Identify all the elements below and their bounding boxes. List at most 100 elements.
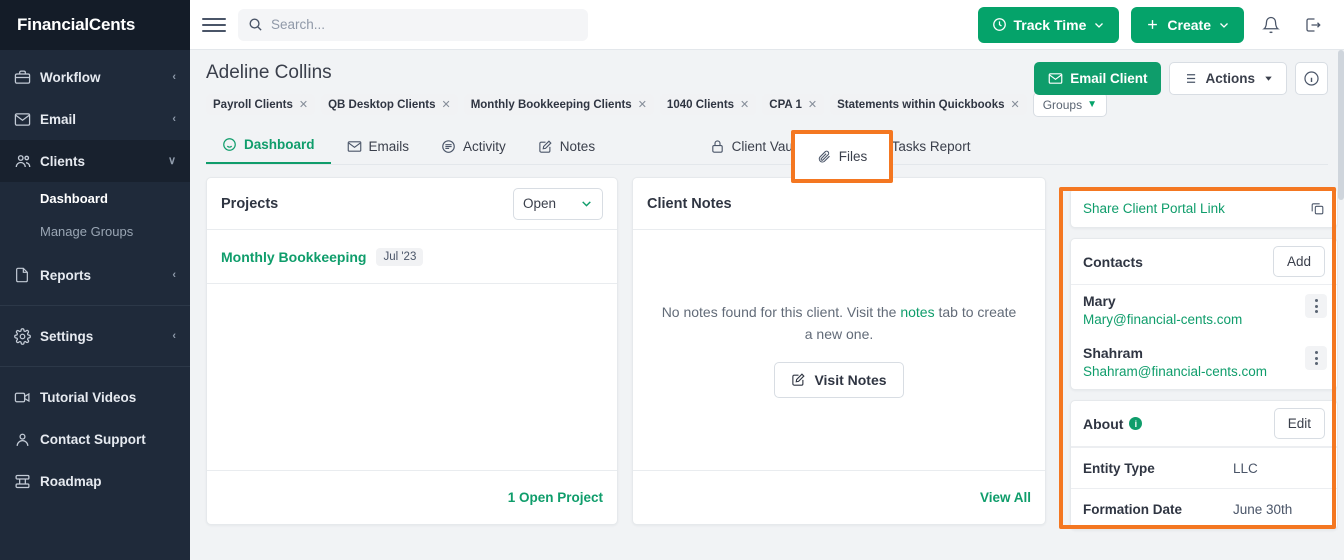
- sidebar-item-workflow[interactable]: Workflow ‹: [0, 56, 190, 98]
- document-icon: [14, 267, 40, 283]
- tag-chip[interactable]: 1040 Clients ✕: [659, 94, 757, 115]
- sidebar-item-settings[interactable]: Settings ‹: [0, 315, 190, 357]
- project-row[interactable]: Monthly Bookkeeping Jul '23: [207, 230, 617, 284]
- projects-filter-value: Open: [523, 196, 557, 211]
- visit-notes-label: Visit Notes: [814, 371, 887, 388]
- contact-menu-icon[interactable]: [1305, 294, 1327, 318]
- about-value: LLC: [1233, 460, 1258, 476]
- email-client-button[interactable]: Email Client: [1034, 62, 1162, 95]
- contact-email[interactable]: Mary@financial-cents.com: [1083, 312, 1325, 327]
- visit-notes-button[interactable]: Visit Notes: [774, 361, 904, 398]
- client-header-actions: Email Client Actions: [1034, 62, 1328, 95]
- create-label: Create: [1167, 16, 1211, 33]
- sidebar-subitem-label: Dashboard: [40, 191, 108, 206]
- add-contact-button[interactable]: Add: [1272, 246, 1325, 277]
- sidebar-subitem-manage-groups[interactable]: Manage Groups: [0, 215, 190, 248]
- scrollbar-thumb[interactable]: [1338, 50, 1344, 200]
- close-icon[interactable]: ✕: [638, 98, 647, 111]
- sidebar-item-reports[interactable]: Reports ‹: [0, 254, 190, 296]
- contact-email[interactable]: Shahram@financial-cents.com: [1083, 364, 1325, 379]
- about-card: About i Edit Entity Type LLC Formation D…: [1070, 400, 1338, 530]
- edit-about-button[interactable]: Edit: [1273, 408, 1325, 439]
- clock-icon: [992, 17, 1007, 32]
- track-time-label: Track Time: [1013, 16, 1087, 33]
- projects-card-header: Projects Open: [207, 178, 617, 230]
- chevron-down-icon: [1263, 73, 1274, 84]
- groups-dropdown[interactable]: Groups ▼: [1032, 92, 1107, 117]
- envelope-icon: [14, 111, 40, 128]
- close-icon[interactable]: ✕: [441, 98, 450, 111]
- projects-title: Projects: [221, 195, 279, 212]
- chevron-down-icon: [580, 197, 593, 210]
- sidebar-item-tutorial-videos[interactable]: Tutorial Videos: [0, 376, 190, 418]
- about-value: June 30th: [1233, 501, 1293, 517]
- logout-icon[interactable]: [1298, 10, 1328, 40]
- share-portal-link-label[interactable]: Share Client Portal Link: [1083, 201, 1225, 216]
- search-input[interactable]: [271, 17, 578, 32]
- contact-menu-icon[interactable]: [1305, 346, 1327, 370]
- tag-label: Monthly Bookkeeping Clients: [470, 98, 632, 111]
- projects-filter-select[interactable]: Open: [513, 187, 603, 220]
- plus-icon: [1145, 17, 1160, 32]
- copy-icon[interactable]: [1310, 201, 1325, 216]
- sidebar-subitem-dashboard[interactable]: Dashboard: [0, 182, 190, 215]
- share-portal-link-row[interactable]: Share Client Portal Link: [1071, 189, 1337, 227]
- sidebar-item-email[interactable]: Email ‹: [0, 98, 190, 140]
- bell-icon[interactable]: [1256, 10, 1286, 40]
- client-header: Adeline Collins Payroll Clients ✕ QB Des…: [190, 50, 1344, 117]
- about-title: About i: [1083, 416, 1143, 432]
- sidebar-item-contact-support[interactable]: Contact Support: [0, 418, 190, 460]
- activity-icon: [441, 139, 456, 154]
- main-area: Track Time Create: [190, 0, 1344, 560]
- sidebar-item-roadmap[interactable]: Roadmap: [0, 460, 190, 502]
- view-all-link[interactable]: View All: [980, 490, 1031, 505]
- tag-chip[interactable]: QB Desktop Clients ✕: [321, 94, 458, 115]
- actions-button[interactable]: Actions: [1169, 62, 1287, 95]
- contacts-title: Contacts: [1083, 253, 1143, 270]
- tab-bar: Dashboard Emails Activity Notes Client V…: [190, 117, 1344, 165]
- chevron-left-icon: ‹: [172, 268, 176, 281]
- gear-icon: [14, 327, 40, 345]
- divider: [206, 164, 1328, 165]
- sidebar-item-label: Roadmap: [40, 473, 102, 489]
- tab-files[interactable]: Files: [791, 130, 893, 183]
- note-icon: [791, 372, 806, 387]
- close-icon[interactable]: ✕: [1011, 98, 1020, 111]
- tag-chip[interactable]: CPA 1 ✕: [762, 94, 825, 115]
- open-projects-count-link[interactable]: 1 Open Project: [508, 490, 603, 505]
- envelope-icon: [347, 139, 362, 154]
- top-bar: Track Time Create: [190, 0, 1344, 50]
- tag-label: Statements within Quickbooks: [837, 98, 1005, 111]
- contact-item: Mary Mary@financial-cents.com: [1071, 285, 1337, 337]
- sidebar-nav: Workflow ‹ Email ‹ Clients ∨ Dashboard M…: [0, 50, 190, 502]
- divider: [0, 305, 190, 306]
- tab-emails[interactable]: Emails: [331, 127, 426, 165]
- tab-activity[interactable]: Activity: [425, 127, 522, 165]
- tag-chip[interactable]: Monthly Bookkeeping Clients ✕: [463, 94, 654, 115]
- info-button[interactable]: [1295, 62, 1328, 95]
- close-icon[interactable]: ✕: [808, 98, 817, 111]
- notes-link[interactable]: notes: [900, 304, 934, 320]
- contacts-card-header: Contacts Add: [1071, 239, 1337, 285]
- tag-chip[interactable]: Statements within Quickbooks ✕: [830, 94, 1027, 115]
- page-scrollbar[interactable]: [1338, 50, 1344, 560]
- close-icon[interactable]: ✕: [740, 98, 749, 111]
- sidebar-item-clients[interactable]: Clients ∨: [0, 140, 190, 182]
- hamburger-menu-icon[interactable]: [202, 13, 226, 37]
- create-button[interactable]: Create: [1131, 6, 1244, 43]
- tag-label: QB Desktop Clients: [328, 98, 436, 111]
- client-notes-card-header: Client Notes: [633, 178, 1045, 230]
- groups-label: Groups: [1042, 97, 1083, 112]
- track-time-button[interactable]: Track Time: [977, 6, 1120, 43]
- sidebar-item-label: Contact Support: [40, 431, 146, 447]
- tab-dashboard[interactable]: Dashboard: [206, 127, 331, 165]
- brand-logo[interactable]: FinancialCents: [0, 0, 190, 50]
- project-name[interactable]: Monthly Bookkeeping: [221, 249, 366, 265]
- close-icon[interactable]: ✕: [299, 98, 308, 111]
- sidebar-item-label: Workflow: [40, 69, 101, 85]
- tag-chip[interactable]: Payroll Clients ✕: [206, 94, 316, 115]
- search-box[interactable]: [238, 8, 588, 41]
- tab-notes[interactable]: Notes: [522, 127, 611, 165]
- sidebar-item-label: Tutorial Videos: [40, 389, 137, 405]
- sidebar: FinancialCents Workflow ‹ Email ‹ Client…: [0, 0, 190, 560]
